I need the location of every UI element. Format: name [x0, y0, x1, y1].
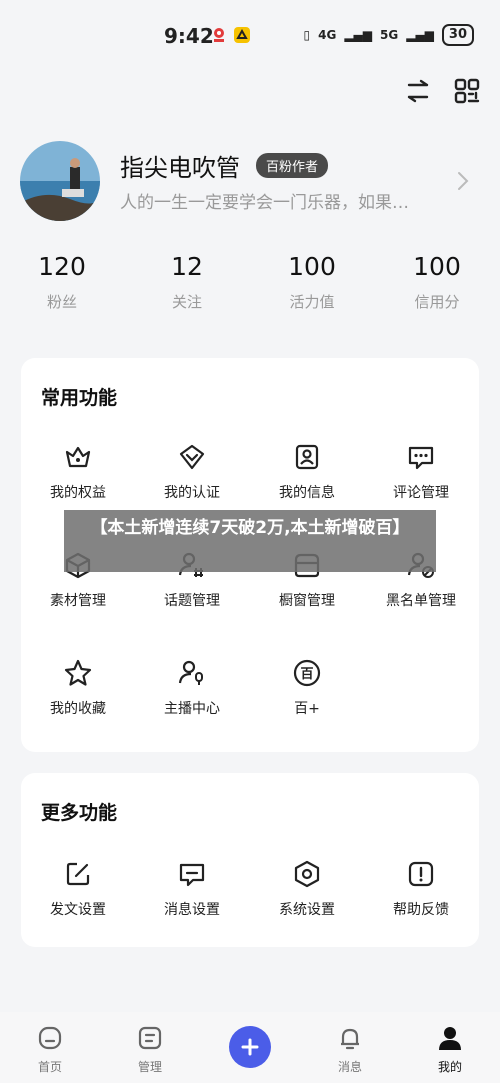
svg-text:百: 百 — [300, 667, 313, 682]
grid-item-comment-management[interactable]: 评论管理 — [364, 442, 478, 502]
grid-label: 我的权益 — [50, 485, 106, 501]
grid-label: 素材管理 — [50, 593, 106, 609]
bottom-tab-bar: 首页 管理 消息 我的 — [0, 1012, 500, 1083]
vibrate-icon: ▯ — [303, 28, 311, 42]
profile-card-icon — [295, 444, 319, 470]
settings-hex-icon — [294, 860, 320, 888]
crown-icon — [65, 446, 91, 468]
grid-item-bai-plus[interactable]: 百 百+ — [250, 658, 364, 718]
grid-item-my-favorites[interactable]: 我的收藏 — [21, 658, 135, 718]
grid-label: 我的收藏 — [50, 701, 106, 717]
tab-label: 消息 — [337, 1060, 362, 1074]
stat-label: 关注 — [171, 293, 202, 311]
grid-item-help-feedback[interactable]: 帮助反馈 — [364, 859, 478, 919]
grid-item-post-settings[interactable]: 发文设置 — [21, 859, 135, 919]
grid-label: 百+ — [294, 701, 320, 717]
stat-value: 120 — [38, 252, 86, 281]
grid-label: 系统设置 — [279, 902, 335, 918]
stat-label: 信用分 — [414, 293, 460, 311]
grid-label: 消息设置 — [164, 902, 220, 918]
tab-messages[interactable]: 消息 — [315, 1024, 385, 1075]
status-bar: 9:42 ▯ 4G ▂▄▆ 5G ▂▄▆ 30 — [0, 0, 500, 70]
grid-label: 主播中心 — [164, 701, 220, 717]
grid-label: 黑名单管理 — [386, 593, 456, 609]
grid-item-host-center[interactable]: 主播中心 — [135, 658, 249, 718]
grid-item-message-settings[interactable]: 消息设置 — [135, 859, 249, 919]
switch-icon[interactable] — [403, 76, 433, 106]
app-notification-icon — [234, 27, 250, 43]
chevron-right-icon[interactable] — [456, 170, 470, 196]
tab-label: 我的 — [437, 1060, 462, 1074]
stat-label: 粉丝 — [46, 293, 77, 311]
stat-following[interactable]: 12 关注 — [132, 252, 242, 312]
network-5g: 5G — [380, 28, 399, 42]
author-badge: 百粉作者 — [256, 153, 329, 178]
profile-bio[interactable]: 人的一生一定要学会一门乐器，如果… — [120, 188, 409, 213]
comment-icon — [408, 446, 434, 470]
stat-value: 100 — [288, 252, 336, 281]
bell-icon — [341, 1028, 359, 1050]
signal-icon-2: ▂▄▆ — [406, 28, 434, 42]
grid-label: 我的认证 — [164, 485, 220, 501]
battery-icon: 30 — [441, 24, 474, 46]
grid-item-my-benefits[interactable]: 我的权益 — [21, 442, 135, 502]
manage-icon — [138, 1026, 162, 1050]
stat-value: 100 — [413, 252, 461, 281]
tab-me[interactable]: 我的 — [415, 1024, 485, 1075]
more-functions-card: 更多功能 发文设置 消息设置 系统设置 帮助反馈 — [21, 773, 479, 947]
grid-label: 话题管理 — [164, 593, 220, 609]
network-4g: 4G — [318, 28, 337, 42]
edit-icon — [66, 862, 90, 886]
grid-label: 帮助反馈 — [393, 902, 449, 918]
grid-label: 我的信息 — [279, 485, 335, 501]
signal-icon: ▂▄▆ — [344, 28, 373, 42]
star-icon — [64, 659, 92, 686]
map-pin-app-icon — [211, 27, 227, 43]
help-icon — [408, 861, 434, 887]
grid-label: 评论管理 — [393, 485, 449, 501]
avatar[interactable] — [20, 141, 100, 221]
stat-value: 12 — [171, 252, 203, 281]
profile-name[interactable]: 指尖电吹管 — [120, 148, 240, 183]
stat-fans[interactable]: 120 粉丝 — [7, 252, 117, 312]
news-overlay-banner: 【本土新增连续7天破2万,本土新增破百】 — [64, 510, 436, 572]
grid-item-my-verification[interactable]: 我的认证 — [135, 442, 249, 502]
stat-credit[interactable]: 100 信用分 — [382, 252, 492, 312]
grid-item-system-settings[interactable]: 系统设置 — [250, 859, 364, 919]
scan-icon[interactable] — [452, 76, 482, 106]
tab-label: 管理 — [137, 1060, 162, 1074]
tab-label: 首页 — [37, 1060, 62, 1074]
host-mic-icon — [178, 660, 203, 685]
plus-icon — [241, 1038, 259, 1056]
tab-home[interactable]: 首页 — [15, 1024, 85, 1075]
message-icon — [179, 863, 205, 887]
common-functions-title: 常用功能 — [41, 387, 118, 409]
grid-item-my-info[interactable]: 我的信息 — [250, 442, 364, 502]
stat-activity[interactable]: 100 活力值 — [257, 252, 367, 312]
verified-heart-icon — [179, 444, 205, 470]
status-time: 9:42 — [164, 24, 214, 48]
status-right: ▯ 4G ▂▄▆ 5G ▂▄▆ 30 — [304, 24, 474, 46]
create-plus-button[interactable] — [229, 1026, 271, 1068]
grid-label: 发文设置 — [50, 902, 106, 918]
grid-label: 橱窗管理 — [279, 593, 335, 609]
stat-label: 活力值 — [289, 293, 335, 311]
more-functions-title: 更多功能 — [41, 802, 118, 824]
bai-circle-icon: 百 — [293, 659, 321, 687]
home-icon — [38, 1026, 62, 1050]
user-icon — [439, 1027, 461, 1050]
tab-manage[interactable]: 管理 — [115, 1024, 185, 1075]
